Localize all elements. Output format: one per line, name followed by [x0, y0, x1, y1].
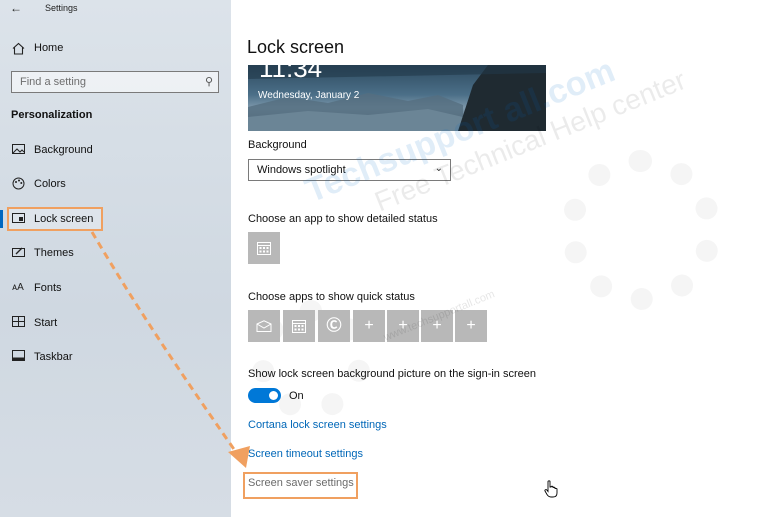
- calendar-icon: [257, 242, 271, 255]
- sidebar-item-label: Colors: [34, 178, 66, 190]
- sidebar-item-taskbar[interactable]: Taskbar: [0, 345, 231, 369]
- sidebar-item-background[interactable]: Background: [0, 138, 231, 162]
- home-icon: [11, 42, 25, 56]
- quick-status-add-tile[interactable]: +: [455, 310, 487, 342]
- sidebar-item-label: Home: [34, 42, 64, 54]
- chevron-down-icon: ⌄: [434, 163, 443, 174]
- sidebar-item-label: Background: [34, 144, 93, 156]
- quick-status-skype-tile[interactable]: Ⓒ: [318, 310, 350, 342]
- palette-icon: [11, 177, 25, 191]
- background-dropdown[interactable]: Windows spotlight ⌄: [248, 159, 451, 181]
- sidebar-item-home[interactable]: Home: [0, 38, 231, 60]
- dropdown-value: Windows spotlight: [257, 164, 346, 176]
- screen-timeout-settings-link[interactable]: Screen timeout settings: [248, 448, 363, 460]
- quick-status-add-tile[interactable]: +: [353, 310, 385, 342]
- detailed-status-calendar-tile[interactable]: [248, 232, 280, 264]
- taskbar-icon: [11, 350, 25, 364]
- back-arrow-icon[interactable]: ←: [10, 1, 22, 15]
- preview-date: Wednesday, January 2: [258, 90, 360, 101]
- title-bar: ← Settings: [0, 0, 231, 18]
- search-field[interactable]: ⚲: [11, 71, 219, 93]
- fonts-icon: ᴀA: [12, 282, 24, 293]
- skype-icon: Ⓒ: [326, 317, 342, 334]
- signin-background-label: Show lock screen background picture on t…: [248, 368, 536, 380]
- screen-saver-settings-link[interactable]: Screen saver settings: [248, 477, 354, 489]
- lock-screen-preview: 11:34 Wednesday, January 2: [248, 65, 546, 131]
- plus-icon: +: [364, 317, 374, 334]
- toggle-state-label: On: [289, 390, 304, 402]
- quick-status-label: Choose apps to show quick status: [248, 291, 415, 303]
- sidebar-item-label: Lock screen: [34, 213, 94, 225]
- hand-pointer-cursor-icon: [544, 480, 558, 498]
- preview-time: 11:34: [259, 65, 323, 83]
- quick-status-calendar-tile[interactable]: [283, 310, 315, 342]
- sidebar-item-colors[interactable]: Colors: [0, 172, 231, 196]
- sidebar-item-themes[interactable]: Themes: [0, 241, 231, 265]
- sidebar-item-label: Fonts: [34, 282, 62, 294]
- background-image-icon: [11, 143, 25, 157]
- calendar-icon: [292, 320, 306, 333]
- background-label: Background: [248, 139, 307, 151]
- sidebar-item-label: Themes: [34, 247, 74, 259]
- search-input[interactable]: [12, 72, 197, 92]
- sidebar-item-fonts[interactable]: ᴀA Fonts: [0, 276, 231, 300]
- mail-icon: [256, 320, 272, 332]
- quick-status-mail-tile[interactable]: [248, 310, 280, 342]
- themes-icon: [11, 246, 25, 260]
- navigation-sidebar: ← Settings Home ⚲ Personalization Backgr…: [0, 0, 231, 517]
- start-icon: [11, 316, 25, 330]
- detailed-status-label: Choose an app to show detailed status: [248, 213, 438, 225]
- signin-background-toggle[interactable]: [248, 388, 281, 403]
- sidebar-item-start[interactable]: Start: [0, 311, 231, 335]
- app-title: Settings: [45, 3, 78, 13]
- search-icon[interactable]: ⚲: [205, 75, 213, 88]
- settings-content: Lock screen 11:34 Wednesday, January 2 B…: [231, 0, 768, 517]
- plus-icon: +: [466, 317, 476, 334]
- sidebar-item-label: Start: [34, 317, 58, 329]
- watermark-gear-icon: [561, 150, 721, 310]
- section-title: Personalization: [11, 109, 93, 121]
- page-title: Lock screen: [247, 37, 345, 57]
- lock-screen-icon: [11, 212, 25, 226]
- sidebar-item-lock-screen[interactable]: Lock screen: [0, 207, 231, 231]
- cortana-lock-screen-settings-link[interactable]: Cortana lock screen settings: [248, 419, 387, 431]
- sidebar-item-label: Taskbar: [34, 351, 73, 363]
